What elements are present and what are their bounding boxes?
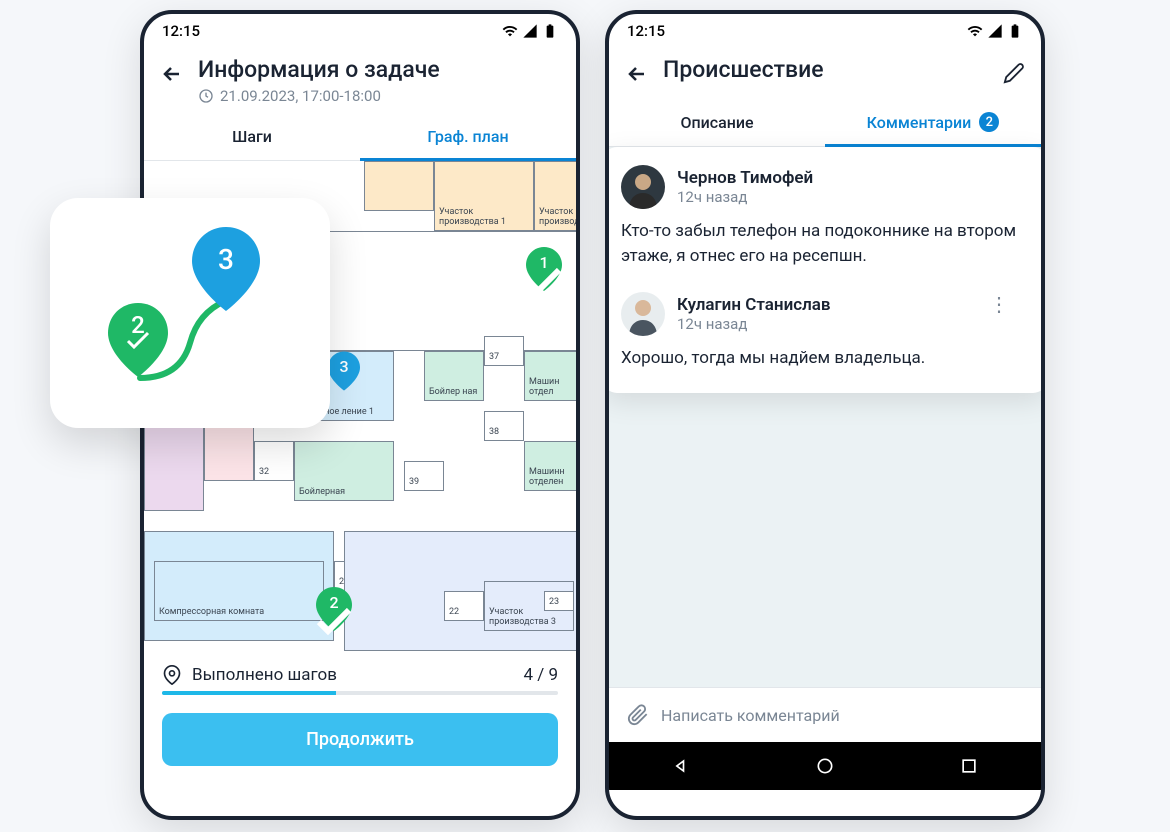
comment-input-row: Написать комментарий: [609, 687, 1041, 742]
comment-input[interactable]: Написать комментарий: [661, 706, 1023, 725]
battery-icon: [1007, 23, 1023, 39]
tab-description[interactable]: Описание: [609, 98, 825, 146]
comment-author: Кулагин Станислав: [677, 295, 831, 315]
location-pin-icon: [162, 665, 182, 685]
svg-text:2: 2: [131, 311, 145, 339]
nav-home-icon[interactable]: [815, 756, 835, 776]
header: Информация о задаче 21.09.2023, 17:00-18…: [144, 44, 576, 113]
room-39: 39: [404, 461, 444, 491]
edit-button[interactable]: [1003, 62, 1025, 88]
nav-back-icon[interactable]: [671, 756, 691, 776]
comments-badge: 2: [979, 112, 999, 132]
back-button[interactable]: [160, 62, 184, 90]
android-nav-bar: [609, 742, 1041, 790]
comment-time: 12ч назад: [677, 188, 813, 206]
steps-label: Выполнено шагов: [192, 665, 513, 685]
comment-body: Хорошо, тогда мы надйем владельца.: [621, 346, 1029, 371]
battery-icon: [542, 23, 558, 39]
room-prod1: Участок производства 1: [434, 161, 534, 231]
wifi-icon: [967, 23, 983, 39]
page-title: Происшествие: [663, 56, 989, 83]
continue-button[interactable]: Продолжить: [162, 713, 558, 766]
room-compressor: Компрессорная комната: [154, 561, 324, 621]
map-pin-1[interactable]: 1: [526, 247, 562, 291]
status-time: 12:15: [162, 22, 200, 40]
phone-incident: 12:15 Происшествие Описание Комментарии …: [605, 10, 1045, 820]
signal-icon: [987, 23, 1003, 39]
map-pin-3[interactable]: 3: [328, 351, 360, 391]
avatar: [621, 292, 665, 336]
tab-plan[interactable]: Граф. план: [360, 113, 576, 160]
signal-icon: [522, 23, 538, 39]
comment-item: Чернов Тимофей 12ч назад Кто-то забыл те…: [621, 165, 1029, 268]
status-icons: [967, 23, 1023, 39]
status-bar: 12:15: [609, 14, 1041, 44]
steps-progress-row: Выполнено шагов 4 / 9: [144, 651, 576, 691]
room-32: 32: [254, 441, 294, 481]
tabs: Описание Комментарии 2: [609, 98, 1041, 147]
comments-list: Чернов Тимофей 12ч назад Кто-то забыл те…: [609, 147, 1041, 687]
comment-item: ⋮ Кулагин Станислав 12ч назад Хорошо, то…: [621, 292, 1029, 371]
comment-time: 12ч назад: [677, 315, 831, 333]
room-22: 22: [444, 591, 484, 621]
nav-recent-icon[interactable]: [959, 756, 979, 776]
status-icons: [502, 23, 558, 39]
status-bar: 12:15: [144, 14, 576, 44]
progress-bar: [162, 691, 558, 695]
room-23: 23: [544, 591, 574, 611]
map-pin-2[interactable]: 2: [316, 587, 352, 631]
more-button[interactable]: ⋮: [989, 292, 1011, 316]
route-icon-card: 2 3: [50, 198, 330, 428]
attachment-icon[interactable]: [627, 704, 649, 726]
back-button[interactable]: [625, 62, 649, 90]
room-prod2: Участок производс: [534, 161, 576, 231]
svg-text:3: 3: [218, 243, 234, 276]
room-machine2: Машинн отделен: [524, 441, 576, 491]
room-38: 38: [484, 411, 524, 441]
page-title: Информация о задаче: [198, 56, 560, 83]
room-37: 37: [484, 336, 524, 366]
page-subtitle: 21.09.2023, 17:00-18:00: [198, 87, 560, 105]
comment-body: Кто-то забыл телефон на подоконнике на в…: [621, 219, 1029, 268]
tab-comments[interactable]: Комментарии 2: [825, 98, 1041, 146]
tabs: Шаги Граф. план: [144, 113, 576, 161]
avatar: [621, 165, 665, 209]
comment-author: Чернов Тимофей: [677, 168, 813, 188]
tab-steps[interactable]: Шаги: [144, 113, 360, 160]
steps-count: 4 / 9: [523, 665, 558, 685]
status-time: 12:15: [627, 22, 665, 40]
wifi-icon: [502, 23, 518, 39]
room-boiler2: Бойлерная: [294, 441, 394, 501]
room-machine: Машин отдел: [524, 351, 576, 401]
clock-icon: [198, 88, 214, 104]
room-boiler: Бойлер ная: [424, 351, 484, 401]
header: Происшествие: [609, 44, 1041, 98]
